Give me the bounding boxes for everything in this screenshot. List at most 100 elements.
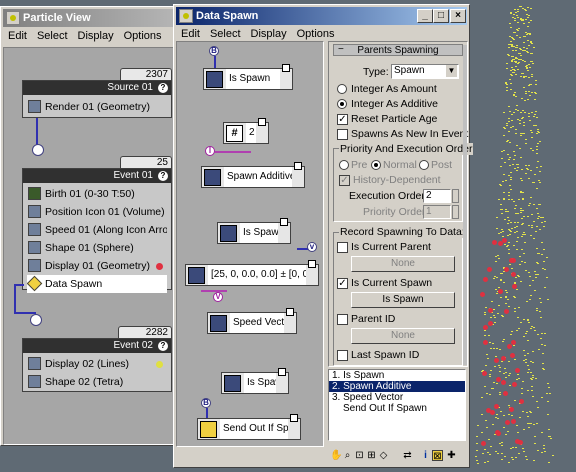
port-b2[interactable]: B: [201, 398, 211, 408]
hand-icon[interactable]: ✋: [330, 450, 342, 461]
output-socket[interactable]: [280, 218, 288, 226]
help-icon[interactable]: ?: [158, 341, 168, 351]
port-i[interactable]: I: [205, 146, 215, 156]
radio-integer-amount[interactable]: [337, 84, 347, 94]
menu-edit[interactable]: Edit: [3, 28, 32, 45]
minimize-button[interactable]: _: [417, 9, 433, 23]
particle: [527, 272, 530, 274]
particle: [508, 252, 511, 254]
list-item-selected[interactable]: 2. Spawn Additive: [329, 381, 465, 392]
list-item[interactable]: 3. Speed Vector: [329, 392, 465, 403]
event-01[interactable]: Event 01? Birth 01 (0-30 T:50) Position …: [22, 168, 172, 293]
particle: [509, 222, 512, 224]
output-socket[interactable]: [286, 308, 294, 316]
particle: [532, 351, 535, 353]
particle: [521, 197, 524, 199]
data-spawn-titlebar[interactable]: Data Spawn _ □ ×: [176, 7, 467, 25]
particle: [535, 401, 538, 403]
particle: [500, 166, 503, 168]
checkbox-last-spawn-id[interactable]: [337, 350, 348, 361]
operator-row[interactable]: Render 01 (Geometry): [27, 98, 167, 116]
particle: [535, 132, 538, 134]
data-graph-canvas[interactable]: B Is Spawn #2 I Spawn Additive Is Spawn …: [176, 41, 324, 447]
zoom-all-icon[interactable]: ◇: [378, 450, 389, 461]
operator-integer[interactable]: #2: [223, 118, 269, 144]
radio-normal: [371, 160, 381, 170]
operator-row[interactable]: Display 02 (Lines): [27, 355, 167, 373]
list-item[interactable]: Send Out If Spawn: [329, 403, 465, 414]
operator-send-out-if-spawn[interactable]: Send Out If Spawn: [197, 414, 301, 440]
maximize-button[interactable]: □: [433, 9, 449, 23]
port-v2[interactable]: V: [213, 292, 223, 302]
menu-select[interactable]: Select: [32, 28, 73, 45]
particle: [532, 181, 535, 183]
operator-is-spawn-3[interactable]: Is Spawn: [221, 368, 289, 394]
operator-row[interactable]: Speed 01 (Along Icon Arrow): [27, 221, 167, 239]
type-dropdown[interactable]: Spawn ▼: [391, 64, 459, 79]
operator-is-spawn[interactable]: Is Spawn: [203, 64, 293, 90]
particle: [495, 255, 498, 257]
operator-speed-vector[interactable]: Speed Vector: [207, 308, 297, 334]
particle: [530, 83, 533, 85]
particle: [514, 281, 517, 283]
graph-icon[interactable]: ⊠: [432, 450, 443, 462]
event-02[interactable]: Event 02? Display 02 (Lines) Shape 02 (T…: [22, 338, 172, 392]
particle-graph-canvas[interactable]: 2307 Source 01? Render 01 (Geometry) 25 …: [3, 47, 177, 445]
checkbox-parent-id[interactable]: [337, 314, 348, 325]
checkbox-reset-particle-age[interactable]: ✓: [337, 114, 348, 125]
particle: [503, 162, 506, 164]
particle-view-titlebar[interactable]: Particle View: [3, 9, 175, 27]
operator-list[interactable]: 1. Is Spawn 2. Spawn Additive 3. Speed V…: [328, 369, 466, 441]
list-item[interactable]: 1. Is Spawn: [329, 370, 465, 381]
panel-scrollbar[interactable]: [463, 45, 467, 365]
execution-order-spinner[interactable]: [452, 189, 459, 203]
checkbox-is-current-spawn[interactable]: ✓: [337, 278, 348, 289]
close-button[interactable]: ×: [450, 9, 466, 23]
particle: [526, 215, 529, 217]
operator-row[interactable]: Position Icon 01 (Volume): [27, 203, 167, 221]
menu-options[interactable]: Options: [119, 28, 167, 45]
zoom-icon[interactable]: ⌕: [342, 450, 353, 461]
input-port[interactable]: [30, 314, 42, 326]
zoom-region-icon[interactable]: ⊡: [354, 450, 365, 461]
parameter-panel: Parents Spawning Type: Spawn ▼ Integer As…: [328, 41, 474, 367]
operator-row[interactable]: Shape 02 (Tetra): [27, 373, 167, 391]
rollout-parents-spawning[interactable]: Parents Spawning: [333, 44, 463, 56]
output-socket[interactable]: [282, 64, 290, 72]
operator-vector[interactable]: [25, 0, 0.0, 0.0] ± [0, 0, 180]: [185, 260, 319, 286]
menu-display[interactable]: Display: [73, 28, 119, 45]
particle: [526, 339, 529, 341]
output-port[interactable]: [32, 144, 44, 156]
particle: [502, 281, 505, 283]
particle: [525, 164, 528, 166]
operator-spawn-additive[interactable]: Spawn Additive: [201, 162, 305, 188]
output-socket[interactable]: [308, 260, 316, 268]
operator-row[interactable]: Shape 01 (Sphere): [27, 239, 167, 257]
particle: [510, 267, 513, 269]
output-socket[interactable]: [290, 414, 298, 422]
particle: [515, 212, 518, 214]
output-socket[interactable]: [258, 118, 266, 126]
operator-row[interactable]: Display 01 (Geometry): [27, 257, 167, 275]
operator-row[interactable]: Birth 01 (0-30 T:50): [27, 185, 167, 203]
radio-integer-additive[interactable]: [337, 99, 347, 109]
port-v[interactable]: v: [307, 242, 317, 252]
checkbox-spawns-as-new[interactable]: [337, 129, 348, 140]
execution-order-field[interactable]: 2: [423, 189, 451, 203]
help-icon[interactable]: ?: [158, 83, 168, 93]
info-icon[interactable]: i: [420, 450, 431, 461]
flow-icon[interactable]: ⇄: [402, 450, 413, 461]
particle: [523, 60, 526, 62]
output-socket[interactable]: [294, 162, 302, 170]
checkbox-is-current-parent[interactable]: [337, 242, 348, 253]
port-b[interactable]: B: [209, 46, 219, 56]
zoom-extents-icon[interactable]: ⊞: [366, 450, 377, 461]
source-event[interactable]: Source 01? Render 01 (Geometry): [22, 80, 172, 118]
spawned-particle: [483, 276, 488, 282]
help-icon[interactable]: ?: [158, 171, 168, 181]
operator-is-spawn-2[interactable]: Is Spawn: [217, 218, 291, 244]
output-socket[interactable]: [278, 368, 286, 376]
operator-row-selected[interactable]: Data Spawn: [27, 275, 167, 293]
is-spawn-button[interactable]: Is Spawn: [351, 292, 455, 308]
settings-icon[interactable]: ✚: [446, 450, 457, 461]
